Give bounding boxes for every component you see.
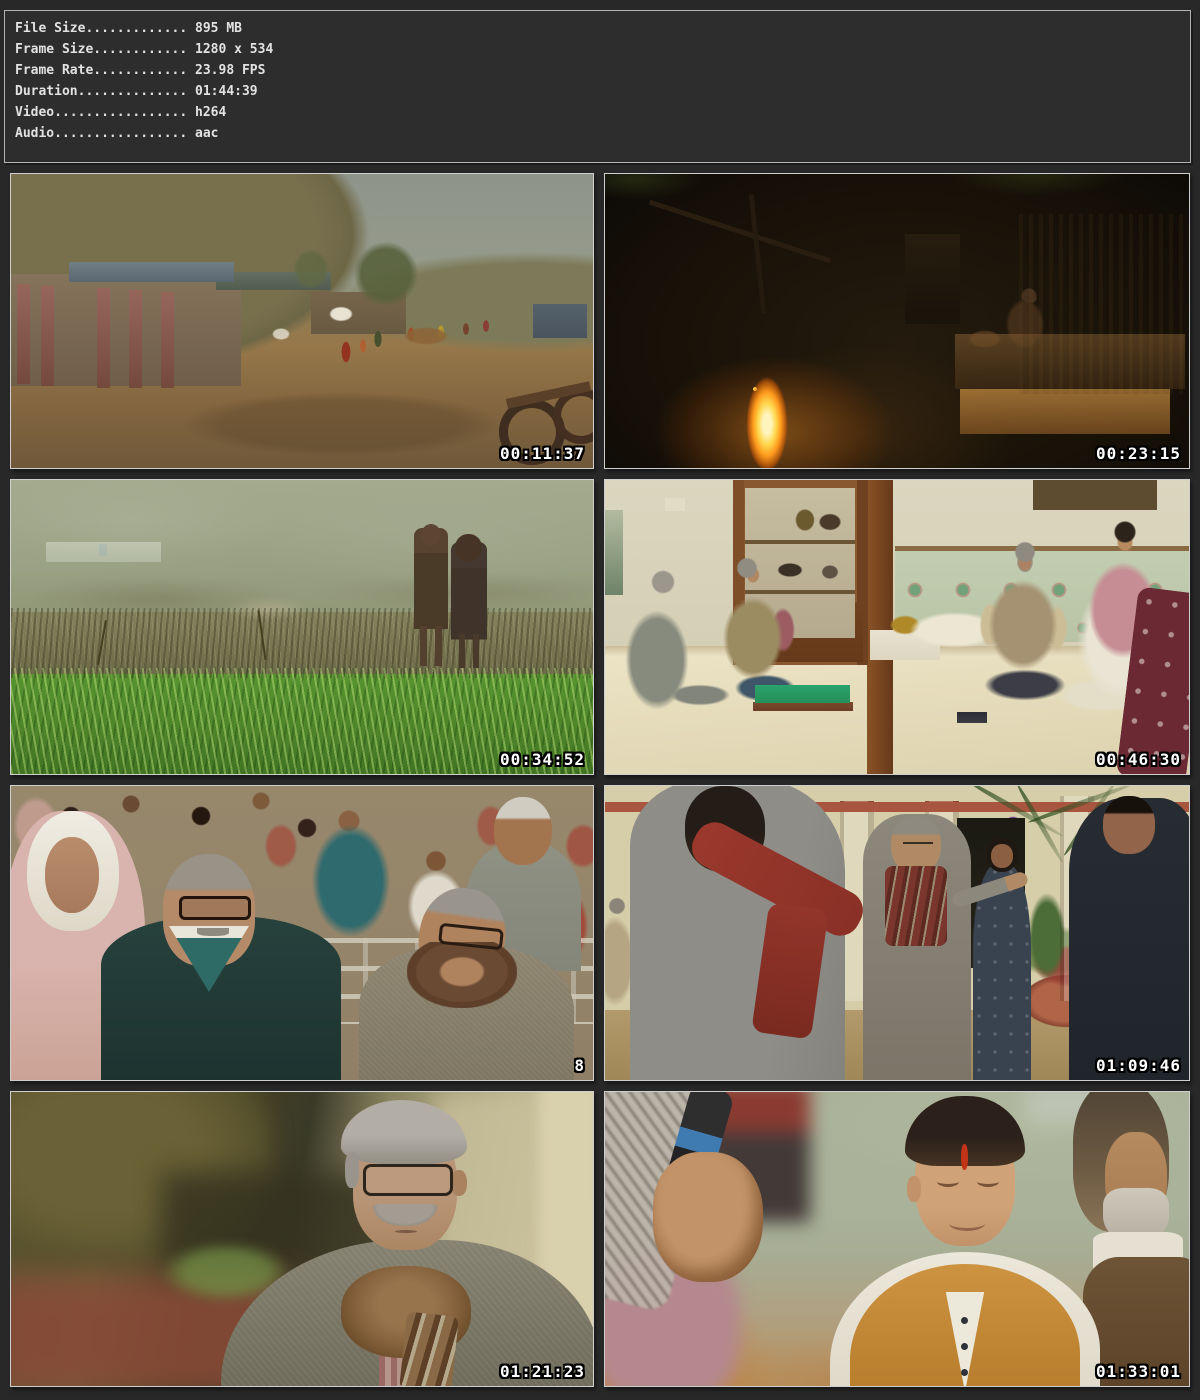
ear (451, 1170, 467, 1196)
info-row-frame-rate: Frame Rate............ 23.98 FPS (15, 60, 1190, 81)
timestamp-overlay: 01:21:23 (500, 1362, 585, 1381)
glasses (363, 1164, 453, 1196)
guard-figure (1069, 798, 1189, 1080)
sideburn (345, 1152, 359, 1188)
palm-frond (1015, 786, 1064, 864)
elderly-man-figure (863, 814, 971, 1080)
timestamp-overlay: 00:23:15 (1096, 444, 1181, 463)
wood-beam (649, 200, 831, 263)
screenshot-cell-1: 00:11:37 (10, 173, 594, 469)
info-row-audio: Audio................. aac (15, 123, 1190, 144)
screenshot-grid: 00:11:37 00:23:15 00:34:52 00:46:30 (10, 173, 1190, 1387)
scene-village-street (11, 174, 593, 468)
glasses (903, 834, 933, 844)
info-row-duration: Duration.............. 01:44:39 (15, 81, 1190, 102)
scene-night-campfire (605, 174, 1189, 468)
timestamp-overlay: 00:46:30 (1096, 750, 1181, 769)
screenshot-cell-7: 01:21:23 (10, 1091, 594, 1387)
screenshot-cell-8: 01:33:01 (604, 1091, 1190, 1387)
red-tilak (961, 1144, 968, 1170)
media-info-panel: File Size............. 895 MB Frame Size… (4, 10, 1191, 163)
boy-figure (414, 528, 448, 668)
scene-crop-field-kids (11, 480, 593, 774)
closed-eye (977, 1176, 999, 1187)
scene-courtyard-confrontation (605, 786, 1189, 1080)
glasses (179, 896, 251, 920)
bamboo-wall (1019, 214, 1189, 394)
screenshot-cell-3: 00:34:52 (10, 479, 594, 775)
vest-buttons (961, 1369, 968, 1376)
info-row-frame-size: Frame Size............ 1280 x 534 (15, 39, 1190, 60)
screenshot-cell-5: 00:58:08 (10, 785, 594, 1081)
screenshot-cell-6: 01:09:46 (604, 785, 1190, 1081)
moustache (197, 928, 229, 936)
scene-microphone-smiling-man (605, 1092, 1189, 1386)
info-row-video: Video................. h264 (15, 102, 1190, 123)
smile (949, 1216, 985, 1231)
closed-eye (937, 1176, 959, 1187)
mouth (395, 1230, 417, 1233)
tweed-scarf-man-figure (359, 946, 574, 1080)
scene-audience (11, 786, 593, 1080)
timestamp-overlay: 00:11:37 (500, 444, 585, 463)
scarf-end (399, 1311, 459, 1386)
ear (907, 1176, 921, 1202)
suit-man-figure (101, 916, 341, 1080)
wood-post (749, 194, 767, 314)
patterned-fabric (1116, 586, 1189, 774)
timestamp-overlay: 01:09:46 (1096, 1056, 1181, 1075)
screenshot-cell-4: 00:46:30 (604, 479, 1190, 775)
clasped-hands (653, 1152, 763, 1282)
scene-living-room-meeting (605, 480, 1189, 774)
timestamp-overlay: 01:33:01 (1096, 1362, 1181, 1381)
info-row-file-size: File Size............. 895 MB (15, 18, 1190, 39)
screenshot-cell-2: 00:23:15 (604, 173, 1190, 469)
boy-figure (451, 542, 487, 672)
scene-old-man-portrait (11, 1092, 593, 1386)
timestamp-overlay: 00:34:52 (500, 750, 585, 769)
